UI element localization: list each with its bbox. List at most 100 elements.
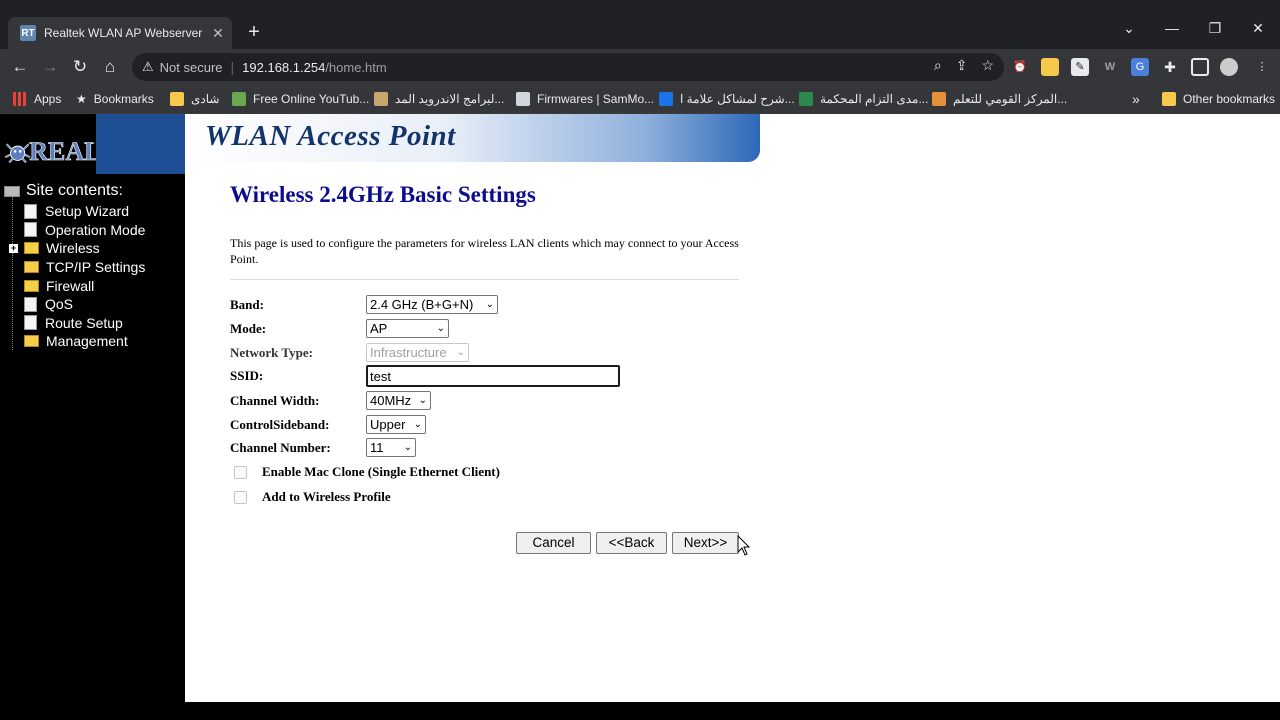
- w-extension-icon[interactable]: W: [1101, 58, 1119, 76]
- folder-icon: [24, 279, 39, 292]
- sidebar-item-label: Operation Mode: [45, 221, 146, 238]
- edit-extension-icon[interactable]: ✎: [1071, 58, 1089, 76]
- router-page: REALTEK Site contents: Setup Wizard Oper…: [0, 114, 1280, 702]
- chevron-down-icon: ⌄: [403, 442, 412, 453]
- channel-width-row: Channel Width: 40MHz ⌄: [230, 391, 431, 410]
- bookmark-label: المركز القومي للتعلم...: [953, 92, 1068, 106]
- side-panel-icon[interactable]: [1191, 58, 1209, 76]
- forward-arrow-icon[interactable]: →: [38, 55, 62, 79]
- bookmarks-overflow-chevron-icon[interactable]: »: [1132, 90, 1140, 108]
- back-arrow-icon[interactable]: ←: [8, 55, 32, 79]
- home-icon[interactable]: ⌂: [98, 55, 122, 79]
- warning-triangle-icon[interactable]: ⚠: [142, 59, 154, 75]
- settings-content: Wireless 2.4GHz Basic Settings This page…: [230, 182, 740, 280]
- banner-title: WLAN Access Point: [205, 120, 456, 152]
- wireless-profile-checkbox[interactable]: [234, 490, 247, 504]
- bookmark-court[interactable]: مدى التزام المحكمة...: [799, 90, 928, 108]
- sidebar-item-qos[interactable]: QoS: [4, 295, 145, 314]
- band-label: Band:: [230, 296, 264, 312]
- browser-tab[interactable]: RT Realtek WLAN AP Webserver ✕: [8, 17, 232, 49]
- site-icon: [932, 92, 946, 106]
- bottom-border: [0, 702, 1280, 720]
- channel-width-value: 40MHz: [370, 393, 412, 408]
- ssid-value: test: [370, 368, 391, 384]
- bookmark-folder-shady[interactable]: شادى: [170, 90, 219, 108]
- folder-icon: [24, 335, 39, 348]
- r-logo-icon: [659, 92, 673, 106]
- alarm-extension-icon[interactable]: ⏰: [1011, 58, 1029, 76]
- address-bar[interactable]: ⚠ Not secure | 192.168.1.254 /home.htm ⌕…: [132, 53, 1004, 81]
- sidebar-item-wireless[interactable]: + Wireless: [4, 239, 145, 258]
- sidebar-item-route-setup[interactable]: Route Setup: [4, 314, 145, 333]
- bookmark-label: Firmwares | SamMo...: [537, 92, 655, 106]
- band-value: 2.4 GHz (B+G+N): [370, 297, 474, 312]
- browser-toolbar: ← → ↻ ⌂ ⚠ Not secure | 192.168.1.254 /ho…: [0, 49, 1280, 85]
- puzzle-extensions-icon[interactable]: ✚: [1161, 58, 1179, 76]
- channel-number-select[interactable]: 11 ⌄: [366, 438, 416, 457]
- page-icon: [24, 203, 37, 219]
- tab-search-icon[interactable]: ⌄: [1118, 20, 1140, 37]
- bookmark-star-icon[interactable]: ☆: [981, 57, 994, 74]
- url-path[interactable]: /home.htm: [325, 60, 386, 75]
- star-icon: ★: [76, 92, 87, 106]
- page-banner: WLAN Access Point: [185, 114, 760, 162]
- chevron-down-icon: ⌄: [436, 323, 445, 334]
- sidebar-item-label: Setup Wizard: [45, 203, 130, 220]
- bookmarks-bar: Apps ★ Bookmarks شادى Free Online YouTub…: [0, 85, 1280, 114]
- bookmark-bookmarks[interactable]: ★ Bookmarks: [76, 90, 154, 108]
- mode-value: AP: [370, 321, 388, 336]
- wireless-profile-label: Add to Wireless Profile: [262, 489, 391, 504]
- translate-extension-icon[interactable]: G: [1131, 58, 1149, 76]
- close-window-icon[interactable]: ✕: [1247, 20, 1269, 37]
- reload-icon[interactable]: ↻: [68, 55, 92, 79]
- expand-plus-icon[interactable]: +: [9, 243, 18, 253]
- security-status[interactable]: Not secure: [160, 60, 223, 75]
- browser-tab-strip: RT Realtek WLAN AP Webserver ✕ + ⌄ — ❐ ✕: [0, 0, 1280, 49]
- close-tab-icon[interactable]: ✕: [208, 25, 228, 42]
- bookmark-apps[interactable]: Apps: [13, 90, 61, 108]
- page-icon: [24, 296, 37, 312]
- new-tab-button[interactable]: +: [242, 21, 266, 45]
- mode-label: Mode:: [230, 320, 267, 336]
- mac-clone-checkbox[interactable]: [234, 465, 247, 479]
- wireless-profile-row: Add to Wireless Profile: [234, 489, 391, 505]
- sidebar-item-setup-wizard[interactable]: Setup Wizard: [4, 202, 145, 221]
- channel-width-select[interactable]: 40MHz ⌄: [366, 391, 431, 410]
- back-button[interactable]: <<Back: [596, 532, 667, 554]
- menu-kebab-icon[interactable]: ⋮: [1253, 58, 1271, 76]
- sidebar-item-label: Firewall: [46, 277, 95, 294]
- zoom-icon[interactable]: ⌕: [934, 57, 942, 74]
- sidebar-item-label: TCP/IP Settings: [46, 259, 146, 276]
- sidebar-item-firewall[interactable]: Firewall: [4, 276, 145, 295]
- next-button[interactable]: Next>>: [672, 532, 739, 554]
- mode-select[interactable]: AP ⌄: [366, 319, 449, 338]
- mouse-cursor-icon: [737, 535, 751, 556]
- channel-number-label: Channel Number:: [230, 439, 331, 455]
- sidebar-item-tcpip-settings[interactable]: TCP/IP Settings: [4, 258, 145, 277]
- sidebar-item-label: Route Setup: [45, 314, 123, 331]
- ssid-input[interactable]: test: [366, 365, 620, 387]
- control-sideband-select[interactable]: Upper ⌄: [366, 415, 426, 434]
- bookmark-firmwares[interactable]: Firmwares | SamMo...: [516, 90, 654, 108]
- sidebar-item-operation-mode[interactable]: Operation Mode: [4, 221, 145, 240]
- bookmark-learning-center[interactable]: المركز القومي للتعلم...: [932, 90, 1067, 108]
- sidebar-item-management[interactable]: Management: [4, 332, 145, 351]
- profile-avatar[interactable]: [1220, 58, 1238, 76]
- bookmark-r-site[interactable]: شرح لمشاكل علامة ا...: [659, 90, 795, 108]
- restore-icon[interactable]: ❐: [1204, 20, 1226, 37]
- tab-title: Realtek WLAN AP Webserver: [44, 26, 203, 40]
- bookmark-youtube[interactable]: Free Online YouTub...: [232, 90, 369, 108]
- bookmark-android[interactable]: لبرامج الاندرويد المد...: [374, 90, 504, 108]
- download-arrow-icon: [232, 92, 246, 106]
- band-select[interactable]: 2.4 GHz (B+G+N) ⌄: [366, 295, 498, 314]
- bookmark-other[interactable]: Other bookmarks: [1162, 90, 1275, 108]
- tree-root[interactable]: Site contents:: [4, 182, 145, 200]
- folder-icon: [1162, 92, 1176, 106]
- cancel-button[interactable]: Cancel: [516, 532, 591, 554]
- network-type-label: Network Type:: [230, 344, 313, 360]
- url-host[interactable]: 192.168.1.254: [242, 60, 325, 75]
- notes-extension-icon[interactable]: [1041, 58, 1059, 76]
- minimize-icon[interactable]: —: [1161, 20, 1183, 36]
- share-icon[interactable]: ⇪: [956, 57, 968, 74]
- site-icon: [374, 92, 388, 106]
